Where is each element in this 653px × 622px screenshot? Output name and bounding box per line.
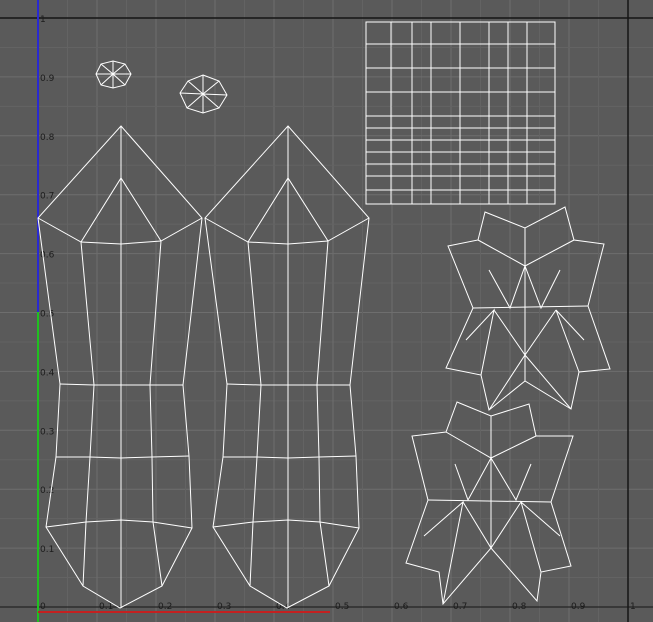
v-tick-label: 0.4 — [40, 368, 55, 378]
u-tick-label: 0.6 — [394, 602, 409, 612]
u-tick-label: 0.9 — [571, 602, 586, 612]
u-tick-label: 0.7 — [453, 602, 467, 612]
u-tick-label: 1 — [630, 602, 636, 612]
v-tick-label: 0 — [40, 602, 46, 612]
v-tick-label: 0.1 — [40, 545, 54, 555]
u-tick-label: 0.5 — [335, 602, 349, 612]
v-tick-label: 0.5 — [40, 310, 54, 320]
v-tick-label: 0.7 — [40, 192, 54, 202]
v-tick-label: 0.3 — [40, 427, 54, 437]
v-tick-label: 0.2 — [40, 486, 54, 496]
u-tick-label: 0.8 — [512, 602, 527, 612]
v-tick-label: 1 — [40, 15, 46, 25]
u-tick-label: 0.3 — [217, 602, 231, 612]
v-tick-label: 0.9 — [40, 74, 55, 84]
u-tick-label: 0.2 — [158, 602, 172, 612]
v-tick-label: 0.8 — [40, 133, 55, 143]
u-tick-label: 0.1 — [99, 602, 113, 612]
uv-editor-viewport[interactable]: 0 0.10.10.20.20.30.30.40.40.50.50.60.60.7… — [0, 0, 653, 622]
